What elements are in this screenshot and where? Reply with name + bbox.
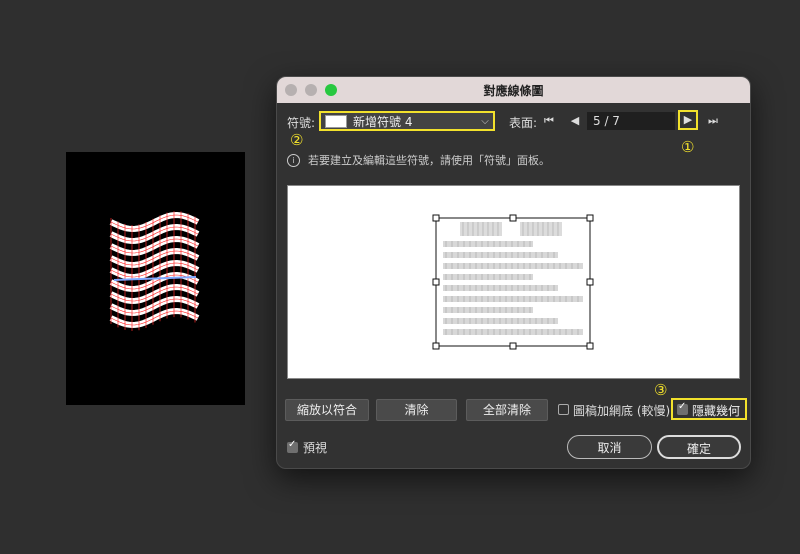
ok-button[interactable]: 確定 [657,435,741,459]
window-controls [285,84,337,96]
info-icon: i [287,153,300,167]
dialog-title: 對應線條圖 [483,83,544,98]
cancel-button[interactable]: 取消 [567,435,652,459]
resize-handle[interactable] [432,342,440,350]
preview-canvas [432,214,594,350]
artboard [66,152,245,405]
callout-1: ① [681,138,695,156]
resize-handle[interactable] [509,214,517,222]
symbol-preview[interactable] [287,185,740,379]
hide-geometry-checkbox[interactable] [677,401,688,415]
preview-block [460,222,502,236]
skip-to-last-icon[interactable]: ⏭ [705,112,721,130]
resize-handle[interactable] [432,214,440,222]
skip-to-first-icon[interactable]: ⏮ [541,112,557,130]
symbol-surface-row: 符號: 新增符號 4 ⌵ 表面: ⏮ ◀ 5 / 7 ▶ ⏭ [287,110,740,133]
preview-stripe [443,318,558,324]
info-message: i 若要建立及編輯這些符號，請使用「符號」面板。 [287,152,550,168]
preview-stripe [443,285,558,291]
previous-icon[interactable]: ◀ [567,112,583,130]
selection-bounding-box [435,217,591,347]
symbol-label: 符號: [287,116,316,130]
symbol-dropdown-value: 新增符號 4 [353,114,413,129]
resize-handle[interactable] [432,278,440,286]
preview-checkbox[interactable] [287,439,298,453]
surface-counter: 5 / 7 [587,112,675,130]
surface-label: 表面: [509,116,538,130]
info-text: 若要建立及編輯這些符號，請使用「符號」面板。 [308,154,550,167]
clear-button[interactable]: 清除 [376,399,457,421]
symbol-dropdown[interactable]: 新增符號 4 ⌵ [319,111,495,131]
shade-artwork-label: 圖稿加網底 (較慢) [573,404,671,418]
resize-handle[interactable] [586,214,594,222]
callout-3: ③ [654,381,668,399]
preview-stripe [443,252,558,258]
map-art-dialog: 對應線條圖 符號: 新增符號 4 ⌵ 表面: ⏮ ◀ 5 / 7 ▶ ⏭ ① ②… [276,76,751,469]
clear-all-button[interactable]: 全部清除 [466,399,548,421]
resize-handle[interactable] [509,342,517,350]
minimize-window-button[interactable] [305,84,317,96]
mapped-artwork [109,211,200,331]
title-bar: 對應線條圖 [277,77,750,103]
hide-geometry-option: 隱藏幾何 [671,398,747,420]
preview-block [520,222,562,236]
next-icon[interactable]: ▶ [678,110,698,130]
shade-artwork-checkbox[interactable] [558,404,569,415]
resize-handle[interactable] [586,278,594,286]
preview-label: 預視 [303,441,328,455]
resize-handle[interactable] [586,342,594,350]
symbol-swatch [325,114,347,128]
callout-2: ② [290,131,304,149]
close-window-button[interactable] [285,84,297,96]
action-button-row: 縮放以符合 清除 全部清除 圖稿加網底 (較慢) 隱藏幾何 [285,398,747,421]
hide-geometry-label: 隱藏幾何 [692,404,741,418]
chevron-down-icon: ⌵ [481,115,489,127]
zoom-window-button[interactable] [325,84,337,96]
scale-to-fit-button[interactable]: 縮放以符合 [285,399,369,421]
